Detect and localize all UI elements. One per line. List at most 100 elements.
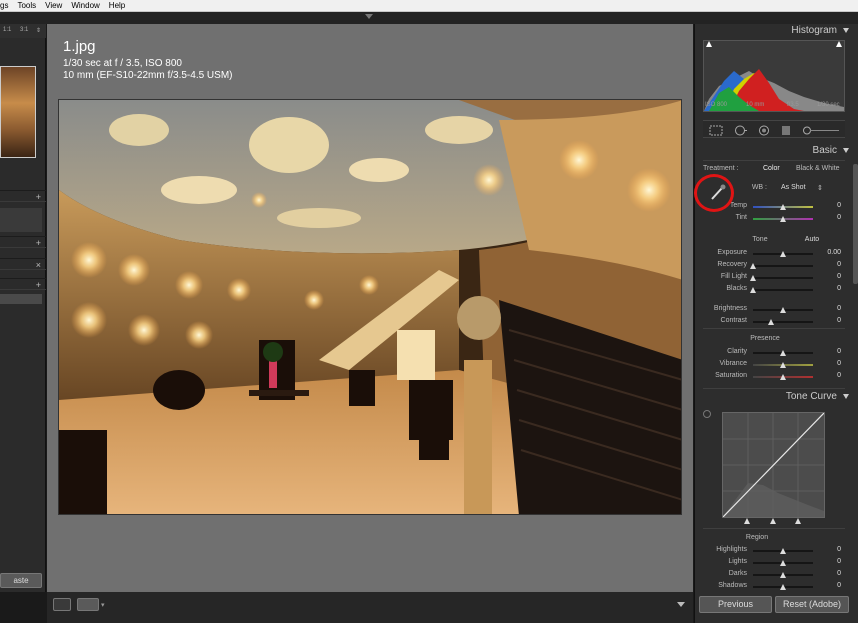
navigator-zoom-row: 1:1 3:1 ⇕ [0, 24, 46, 38]
tone-auto-button[interactable]: Auto [800, 236, 824, 243]
treatment-black-white[interactable]: Black & White [796, 165, 840, 172]
photo-lens-info: 10 mm (EF-S10-22mm f/3.5-4.5 USM) [63, 70, 233, 81]
wb-dropdown-icon[interactable]: ⇕ [817, 184, 823, 192]
slider-track-blacks[interactable] [753, 289, 813, 291]
collections-item[interactable] [0, 294, 42, 304]
photo-image [59, 100, 681, 514]
wb-dropdown[interactable]: As Shot [781, 184, 806, 191]
slider-label-clarity: Clarity [727, 348, 747, 355]
crop-icon[interactable] [709, 125, 723, 136]
presets-header[interactable]: + [0, 190, 46, 202]
before-after-dropdown-icon[interactable]: ▾ [101, 601, 105, 609]
tone-curve-svg [722, 412, 825, 518]
wb-label: WB : [751, 184, 767, 191]
slider-value-exposure[interactable]: 0.00 [827, 249, 841, 256]
tone-curve-split-points[interactable] [722, 518, 825, 524]
slider-value-recovery[interactable]: 0 [827, 261, 841, 268]
zoom-dropdown-icon[interactable]: ⇕ [36, 27, 41, 34]
slider-label-recovery: Recovery [717, 261, 747, 268]
slider-track-contrast[interactable] [753, 321, 813, 323]
slider-value-brightness[interactable]: 0 [827, 305, 841, 312]
basic-collapse-icon[interactable] [843, 148, 849, 153]
treatment-color[interactable]: Color [763, 165, 780, 172]
histo-aperture: f/3.5 [787, 102, 799, 108]
slider-knob-temp[interactable] [780, 204, 786, 210]
menu-settings[interactable]: gs [0, 0, 8, 12]
slider-knob-contrast[interactable] [768, 319, 774, 325]
add-collection-icon[interactable]: + [36, 279, 41, 291]
slider-knob-shadows[interactable] [780, 584, 786, 590]
slider-knob-exposure[interactable] [780, 251, 786, 257]
add-snapshot-icon[interactable]: + [36, 237, 41, 249]
slider-knob-vibrance[interactable] [780, 362, 786, 368]
slider-knob-brightness[interactable] [780, 307, 786, 313]
graduated-filter-icon[interactable] [779, 125, 793, 136]
histogram-svg [704, 41, 844, 111]
toolbar-menu-icon[interactable] [677, 602, 685, 607]
slider-value-fill-light[interactable]: 0 [827, 273, 841, 280]
slider-knob-tint[interactable] [780, 216, 786, 222]
slider-value-saturation[interactable]: 0 [827, 372, 841, 379]
red-eye-icon[interactable] [757, 125, 771, 136]
tone-curve-graph[interactable] [722, 412, 825, 518]
slider-value-clarity[interactable]: 0 [827, 348, 841, 355]
bottom-toolbar: ▾ [47, 592, 693, 623]
menu-help[interactable]: Help [109, 0, 125, 12]
slider-value-contrast[interactable]: 0 [827, 317, 841, 324]
slider-knob-fill-light[interactable] [750, 275, 756, 281]
photo-filename: 1.jpg [63, 38, 96, 55]
paste-button[interactable]: aste [0, 573, 42, 588]
basic-header[interactable]: Basic [695, 144, 853, 158]
collections-header[interactable]: + [0, 278, 46, 290]
slider-knob-lights[interactable] [780, 560, 786, 566]
slider-knob-clarity[interactable] [780, 350, 786, 356]
zoom-1-1[interactable]: 1:1 [3, 27, 11, 33]
slider-knob-recovery[interactable] [750, 263, 756, 269]
right-panel-scrollbar[interactable] [853, 164, 858, 284]
top-panel-toggle-icon[interactable] [365, 14, 373, 19]
snapshots-header[interactable]: + [0, 236, 46, 248]
slider-value-shadows[interactable]: 0 [827, 582, 841, 589]
treatment-label: Treatment : [703, 165, 739, 172]
slider-knob-saturation[interactable] [780, 374, 786, 380]
photo-preview[interactable] [58, 99, 682, 515]
history-header[interactable]: × [0, 258, 46, 270]
slider-label-vibrance: Vibrance [719, 360, 747, 367]
histogram-collapse-icon[interactable] [843, 28, 849, 33]
slider-track-recovery[interactable] [753, 265, 813, 267]
slider-value-lights[interactable]: 0 [827, 558, 841, 565]
slider-label-saturation: Saturation [715, 372, 747, 379]
tone-curve-collapse-icon[interactable] [843, 394, 849, 399]
slider-knob-highlights[interactable] [780, 548, 786, 554]
menu-tools[interactable]: Tools [17, 0, 36, 12]
slider-label-fill-light: Fill Light [720, 273, 747, 280]
before-after-button[interactable] [77, 598, 99, 611]
spot-removal-icon[interactable] [733, 125, 747, 136]
histo-focal: 10 mm [746, 102, 765, 108]
menu-view[interactable]: View [45, 0, 62, 12]
slider-value-vibrance[interactable]: 0 [827, 360, 841, 367]
navigator-thumbnail[interactable] [0, 66, 36, 158]
slider-value-tint[interactable]: 0 [827, 214, 841, 221]
presets-list [0, 208, 42, 232]
adjustment-brush-icon[interactable] [801, 125, 841, 136]
target-adjustment-icon[interactable] [703, 410, 711, 418]
slider-knob-darks[interactable] [780, 572, 786, 578]
menu-window[interactable]: Window [71, 0, 99, 12]
slider-knob-blacks[interactable] [750, 287, 756, 293]
tone-curve-header[interactable]: Tone Curve [695, 390, 853, 404]
previous-button[interactable]: Previous [699, 596, 772, 613]
slider-label-tint: Tint [735, 214, 747, 221]
histogram-header[interactable]: Histogram [695, 24, 853, 38]
slider-value-darks[interactable]: 0 [827, 570, 841, 577]
clear-history-icon[interactable]: × [36, 259, 41, 271]
histo-iso: ISO 800 [705, 102, 728, 108]
slider-value-blacks[interactable]: 0 [827, 285, 841, 292]
reset-button[interactable]: Reset (Adobe) [775, 596, 849, 613]
slider-track-fill-light[interactable] [753, 277, 813, 279]
add-preset-icon[interactable]: + [36, 191, 41, 203]
zoom-3-1[interactable]: 3:1 [20, 27, 28, 33]
slider-value-temp[interactable]: 0 [827, 202, 841, 209]
loupe-view-button[interactable] [53, 598, 71, 611]
slider-value-highlights[interactable]: 0 [827, 546, 841, 553]
